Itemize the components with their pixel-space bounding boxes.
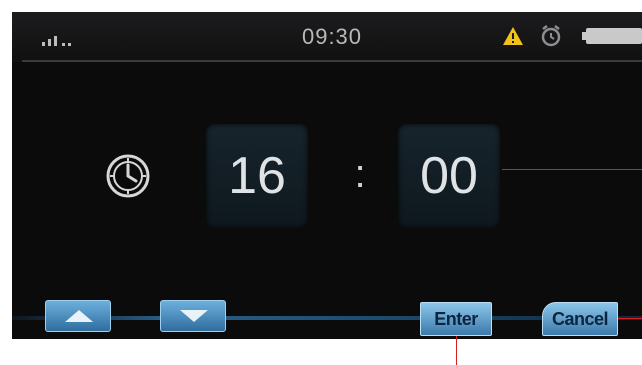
status-divider xyxy=(22,60,642,62)
hours-field[interactable]: 16 xyxy=(206,124,308,228)
increase-button[interactable] xyxy=(45,300,111,332)
clock-icon xyxy=(106,154,150,198)
time-separator: : xyxy=(354,152,366,196)
device-screen: 09:30 16 : 00 Enter Cancel xyxy=(12,12,642,339)
battery-icon xyxy=(582,28,642,44)
callout-line-enter-lower xyxy=(456,339,457,365)
cancel-button[interactable]: Cancel xyxy=(542,302,618,336)
arrow-down-icon xyxy=(180,310,208,322)
callout-line-minutes xyxy=(502,169,642,170)
signal-icon xyxy=(42,32,82,46)
status-time: 09:30 xyxy=(301,24,363,49)
enter-button[interactable]: Enter xyxy=(420,302,492,336)
callout-line-cancel xyxy=(618,318,642,319)
decrease-button[interactable] xyxy=(160,300,226,332)
alarm-clock-icon xyxy=(541,25,561,47)
arrow-up-icon xyxy=(65,310,93,322)
warning-icon xyxy=(503,27,523,45)
status-bar: 09:30 xyxy=(12,12,642,62)
minutes-field[interactable]: 00 xyxy=(398,124,500,228)
